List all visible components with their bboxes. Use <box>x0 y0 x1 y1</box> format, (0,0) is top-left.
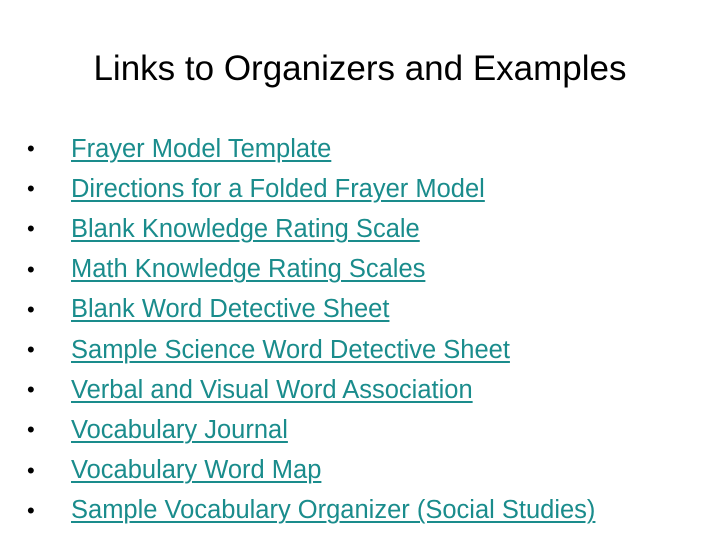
bullet-icon: • <box>27 216 35 242</box>
link-blank-word-detective-sheet[interactable]: Blank Word Detective Sheet <box>71 295 389 324</box>
bullet-icon: • <box>27 296 35 322</box>
bullet-icon: • <box>27 457 35 483</box>
link-blank-knowledge-rating-scale[interactable]: Blank Knowledge Rating Scale <box>71 215 420 244</box>
list-item: • Sample Science Word Detective Sheet <box>20 330 595 370</box>
list-item: • Vocabulary Journal <box>20 410 595 450</box>
list-item: • Math Knowledge Rating Scales <box>20 250 595 290</box>
list-item: • Sample Vocabulary Organizer (Social Stu… <box>20 491 595 531</box>
bullet-icon: • <box>27 136 35 162</box>
link-math-knowledge-rating-scales[interactable]: Math Knowledge Rating Scales <box>71 255 425 284</box>
links-list: • Frayer Model Template • Directions for a… <box>20 129 595 531</box>
link-vocabulary-journal[interactable]: Vocabulary Journal <box>71 416 288 445</box>
link-sample-vocabulary-organizer[interactable]: Sample Vocabulary Organizer (Social Stud… <box>71 496 595 525</box>
link-folded-frayer-directions[interactable]: Directions for a Folded Frayer Model <box>71 175 485 204</box>
link-verbal-visual-word-association[interactable]: Verbal and Visual Word Association <box>71 376 473 405</box>
bullet-icon: • <box>27 337 35 363</box>
list-item: • Frayer Model Template <box>20 129 595 169</box>
slide-title: Links to Organizers and Examples <box>93 49 627 88</box>
link-sample-science-word-detective[interactable]: Sample Science Word Detective Sheet <box>71 336 510 365</box>
bullet-icon: • <box>27 256 35 282</box>
list-item: • Blank Knowledge Rating Scale <box>20 209 595 249</box>
link-frayer-model-template[interactable]: Frayer Model Template <box>71 135 331 164</box>
link-vocabulary-word-map[interactable]: Vocabulary Word Map <box>71 456 321 485</box>
list-item: • Directions for a Folded Frayer Model <box>20 169 595 209</box>
bullet-icon: • <box>27 176 35 202</box>
bullet-icon: • <box>27 497 35 523</box>
bullet-icon: • <box>27 377 35 403</box>
list-item: • Vocabulary Word Map <box>20 451 595 491</box>
list-item: • Blank Word Detective Sheet <box>20 290 595 330</box>
bullet-icon: • <box>27 417 35 443</box>
list-item: • Verbal and Visual Word Association <box>20 370 595 410</box>
